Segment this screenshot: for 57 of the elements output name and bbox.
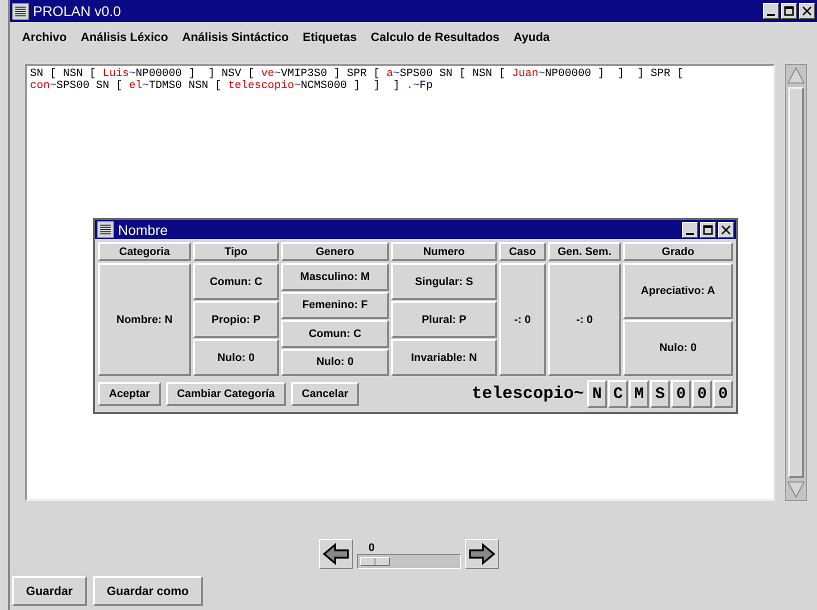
option-button[interactable]: -: 0: [548, 263, 621, 376]
right-arrow-button[interactable]: [464, 539, 498, 569]
window-title: PROLAN v0.0: [33, 3, 122, 19]
option-button[interactable]: Propio: P: [193, 301, 279, 338]
dialog-button[interactable]: Cambiar Categoría: [166, 382, 286, 406]
dialog-title: Nombre: [118, 222, 169, 238]
option-button[interactable]: Femenino: F: [281, 292, 389, 319]
column-header[interactable]: Genero: [281, 242, 389, 261]
option-button[interactable]: Invariable: N: [391, 339, 497, 376]
close-icon[interactable]: [719, 222, 733, 236]
slider-value: 0: [368, 542, 375, 554]
option-button[interactable]: Nulo: 0: [623, 320, 733, 376]
slider-track[interactable]: [356, 554, 460, 569]
column-header[interactable]: Numero: [391, 242, 497, 261]
code-cell: S: [650, 380, 670, 408]
dialog-button[interactable]: Aceptar: [98, 382, 161, 406]
option-button[interactable]: Apreciativo: A: [623, 263, 733, 319]
maximize-icon[interactable]: [701, 222, 715, 236]
code-cell: 0: [713, 380, 733, 408]
slider-thumb[interactable]: [360, 557, 390, 566]
option-button[interactable]: Nulo: 0: [193, 339, 279, 376]
option-button[interactable]: Nulo: 0: [281, 348, 389, 376]
menu-item[interactable]: Análisis Léxico: [80, 30, 168, 44]
menu-icon[interactable]: [97, 221, 114, 238]
code-cell: C: [608, 380, 628, 408]
word-label: telescopio~: [472, 384, 584, 404]
save-button[interactable]: Guardar como: [92, 576, 203, 606]
scroll-bar[interactable]: [785, 64, 807, 501]
menu-item[interactable]: Etiquetas: [302, 30, 357, 44]
save-button[interactable]: Guardar: [12, 576, 87, 606]
option-button[interactable]: Comun: C: [193, 263, 279, 300]
column-header[interactable]: Tipo: [193, 242, 279, 261]
menu-item[interactable]: Ayuda: [513, 30, 550, 44]
code-cell: N: [587, 380, 607, 408]
option-button[interactable]: Singular: S: [391, 263, 497, 300]
column-header[interactable]: Grado: [623, 242, 733, 261]
menu-item[interactable]: Archivo: [22, 30, 67, 44]
text-line: con~SPS00 SN [ el~TDMS0 NSN [ telescopio~NCMS000 ] ] ] .~Fp: [30, 80, 434, 92]
menu-item[interactable]: Análisis Sintáctico: [182, 30, 289, 44]
option-button[interactable]: Masculino: M: [281, 263, 389, 290]
left-arrow-button[interactable]: [318, 539, 352, 569]
option-button[interactable]: Comun: C: [281, 320, 389, 348]
dialog-button[interactable]: Cancelar: [290, 382, 360, 406]
column-header[interactable]: Caso: [499, 242, 546, 261]
option-button[interactable]: Plural: P: [391, 301, 497, 338]
code-cell: M: [629, 380, 649, 408]
code-cell: 0: [692, 380, 712, 408]
option-button[interactable]: -: 0: [499, 263, 546, 376]
menu-icon[interactable]: [12, 2, 29, 20]
code-cell: 0: [671, 380, 691, 408]
maximize-icon[interactable]: [782, 4, 796, 18]
option-button[interactable]: Nombre: N: [98, 263, 191, 376]
column-header[interactable]: Categoria: [98, 242, 191, 261]
text-line: SN [ NSN [ Luis~NP00000 ] ] NSV [ ve~VMIP3S0 ] SPR [ a~SPS00 SN [ NSN [ Juan~NP00000 ] ] ] SPR [: [30, 68, 685, 80]
menu-item[interactable]: Calculo de Resultados: [370, 30, 500, 44]
close-icon[interactable]: [800, 4, 814, 18]
column-header[interactable]: Gen. Sem.: [548, 242, 621, 261]
